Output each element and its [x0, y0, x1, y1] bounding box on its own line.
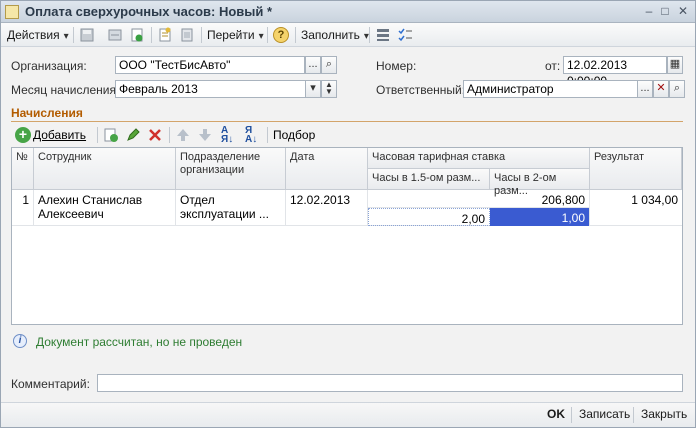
section-divider: [11, 121, 683, 122]
toolbar-separator: [97, 127, 98, 143]
ok-button[interactable]: OK: [547, 407, 565, 421]
maximize-icon[interactable]: □: [657, 4, 673, 20]
fill-label: Заполнить: [301, 28, 360, 42]
delete-row-icon[interactable]: [147, 127, 163, 143]
result-cell[interactable]: 1 034,00: [590, 190, 682, 226]
organization-select-button[interactable]: ...: [305, 56, 321, 74]
window-title: Оплата сверхурочных часов: Новый *: [25, 4, 273, 19]
edit-row-icon[interactable]: [125, 127, 141, 143]
rate-cell[interactable]: 206,800: [368, 190, 590, 208]
accruals-table[interactable]: № Сотрудник Подразделение организации Да…: [11, 147, 683, 325]
actions-label: Действия: [7, 28, 60, 42]
info-icon: i: [13, 334, 27, 348]
close-button[interactable]: Закрыть: [641, 407, 687, 421]
refresh-document-icon[interactable]: [129, 27, 145, 43]
actions-menu-button[interactable]: Действия: [7, 26, 69, 44]
table-toolbar: + Добавить A Я↓ Я A↓ Подбор: [11, 124, 683, 146]
table-row[interactable]: 1 Алехин Станислав Алексеевич Отдел эксп…: [12, 190, 682, 226]
row-number-cell[interactable]: 1: [12, 190, 34, 226]
comment-field[interactable]: [97, 374, 683, 392]
post-document-icon[interactable]: [107, 27, 123, 43]
goto-label: Перейти: [207, 28, 255, 42]
accruals-section-title: Начисления: [11, 106, 83, 120]
date-from-label: от:: [545, 59, 561, 73]
column-header-department[interactable]: Подразделение организации: [176, 148, 286, 190]
responsible-select-button[interactable]: ...: [637, 80, 653, 98]
close-icon[interactable]: ✕: [675, 4, 691, 20]
copy-document-icon[interactable]: [157, 27, 173, 43]
sort-ascending-icon[interactable]: A Я↓: [221, 126, 233, 145]
document-status-text: Документ рассчитан, но не проведен: [36, 335, 243, 349]
column-header-date[interactable]: Дата: [286, 148, 368, 190]
responsible-label: Ответственный:: [376, 83, 466, 97]
department-cell[interactable]: Отдел эксплуатации ...: [176, 190, 286, 226]
calendar-icon[interactable]: ▦: [667, 56, 683, 74]
number-label: Номер:: [376, 59, 417, 73]
document-window: Оплата сверхурочных часов: Новый * – □ ✕…: [0, 0, 696, 428]
toolbar-separator: [295, 27, 296, 43]
copy-row-icon[interactable]: [103, 127, 119, 143]
toolbar-separator: [267, 27, 268, 43]
save-button[interactable]: Записать: [579, 407, 630, 421]
responsible-clear-icon[interactable]: ✕: [653, 80, 669, 98]
column-header-hours-1-5[interactable]: Часы в 1.5-ом разм...: [368, 169, 490, 190]
checklist-icon[interactable]: [397, 27, 413, 43]
main-toolbar: Действия Перейти ? Заполнить: [1, 23, 695, 47]
toolbar-separator: [151, 27, 152, 43]
column-header-result[interactable]: Результат: [590, 148, 682, 190]
bottom-bar: OK Записать Закрыть: [1, 402, 695, 427]
date-field[interactable]: 12.02.2013 0:00:00: [563, 56, 667, 88]
select-button[interactable]: Подбор: [273, 128, 315, 142]
add-row-button[interactable]: Добавить: [33, 128, 86, 142]
move-down-icon[interactable]: [197, 127, 213, 143]
fill-menu-button[interactable]: Заполнить: [301, 26, 369, 44]
toolbar-separator: [73, 27, 74, 43]
toolbar-separator: [369, 27, 370, 43]
move-up-icon[interactable]: [175, 127, 191, 143]
save-document-icon[interactable]: [79, 27, 95, 43]
column-header-number[interactable]: №: [12, 148, 34, 190]
comment-label: Комментарий:: [11, 377, 90, 391]
toolbar-separator: [201, 27, 202, 43]
structure-icon[interactable]: [375, 27, 391, 43]
document-icon: [5, 5, 19, 19]
month-field[interactable]: Февраль 2013: [115, 80, 321, 98]
toolbar-separator: [267, 127, 268, 143]
responsible-search-icon[interactable]: ⌕: [669, 80, 685, 98]
organization-field[interactable]: ООО "ТестБисАвто": [115, 56, 305, 74]
goto-menu-button[interactable]: Перейти: [207, 26, 264, 44]
month-dropdown-icon[interactable]: ▾: [305, 80, 321, 98]
organization-search-icon[interactable]: ⌕: [321, 56, 337, 74]
column-header-hours-2[interactable]: Часы в 2-ом разм...: [490, 169, 590, 197]
help-icon[interactable]: ?: [273, 27, 289, 43]
column-header-rate[interactable]: Часовая тарифная ставка: [368, 148, 590, 169]
sort-descending-icon[interactable]: Я A↓: [245, 126, 257, 145]
button-separator: [571, 407, 572, 423]
title-bar: Оплата сверхурочных часов: Новый * – □ ✕: [1, 1, 695, 23]
add-row-icon[interactable]: +: [15, 127, 31, 143]
employee-cell[interactable]: Алехин Станислав Алексеевич: [34, 190, 176, 226]
hours-2-cell-selected[interactable]: 1,00: [490, 208, 590, 226]
hours-1-5-cell[interactable]: 2,00: [368, 208, 490, 226]
organization-label: Организация:: [11, 59, 87, 73]
column-header-employee[interactable]: Сотрудник: [34, 148, 176, 190]
month-spin-icon[interactable]: ▲ ▼: [321, 80, 337, 98]
responsible-field[interactable]: Администратор: [463, 80, 639, 98]
minimize-icon[interactable]: –: [641, 4, 657, 20]
toolbar-separator: [169, 127, 170, 143]
month-label: Месяц начисления:: [11, 83, 120, 97]
date-cell[interactable]: 12.02.2013: [286, 190, 368, 226]
print-document-icon[interactable]: [179, 27, 195, 43]
button-separator: [633, 407, 634, 423]
